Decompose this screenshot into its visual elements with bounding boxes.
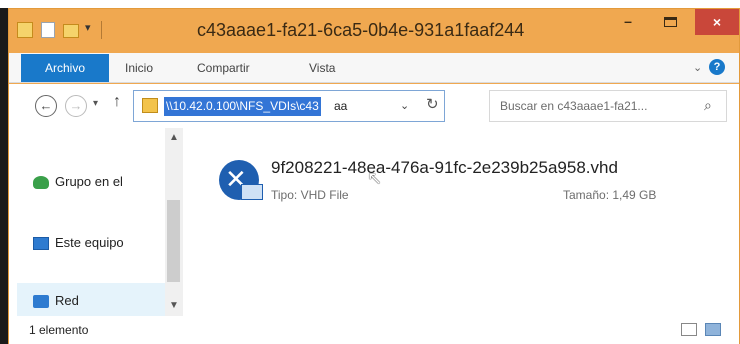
search-input[interactable]: Buscar en c43aaae1-fa21... ⌕: [489, 90, 727, 122]
disk-overlay: [241, 184, 263, 200]
file-list: ✕ 9f208221-48ea-476a-91fc-2e239b25a958.v…: [183, 128, 739, 316]
network-icon: [33, 295, 49, 309]
background-strip: [0, 0, 740, 8]
window-shadow-edge: [0, 8, 8, 344]
tab-vista[interactable]: Vista: [309, 55, 335, 81]
help-icon[interactable]: ?: [709, 59, 725, 75]
tab-compartir[interactable]: Compartir: [197, 55, 250, 81]
ribbon-tabs: Archivo Inicio Compartir Vista ⌄ ?: [9, 53, 739, 83]
mouse-cursor-icon: ↖: [367, 168, 383, 188]
title-bar[interactable]: ▾ c43aaae1-fa21-6ca5-0b4e-931a1faaf244 –…: [9, 9, 739, 53]
expand-ribbon-icon[interactable]: ⌄: [693, 61, 702, 74]
file-size: Tamaño: 1,49 GB: [563, 188, 657, 202]
maximize-button[interactable]: [655, 9, 685, 35]
address-bar[interactable]: \\10.42.0.100\NFS_VDIs\c43 aa ⌄ ↻: [133, 90, 445, 122]
scroll-up-icon[interactable]: ▲: [169, 132, 179, 143]
address-history-dropdown-icon[interactable]: ⌄: [400, 99, 409, 112]
folder-icon: [17, 22, 33, 38]
back-button[interactable]: ←: [35, 95, 57, 117]
computer-icon: [33, 237, 49, 251]
status-bar: 1 elemento: [9, 316, 739, 344]
new-folder-icon[interactable]: [63, 24, 79, 38]
nav-item-grupo-en-el-hogar[interactable]: Grupo en el: [33, 174, 123, 190]
explorer-window: ▾ c43aaae1-fa21-6ca5-0b4e-931a1faaf244 –…: [8, 8, 740, 344]
search-icon[interactable]: ⌕: [704, 97, 712, 114]
minimize-button[interactable]: –: [613, 9, 643, 35]
address-trailing-text[interactable]: aa: [334, 97, 347, 116]
large-icons-view-icon[interactable]: [705, 323, 721, 336]
navigation-bar: ← → ▾ ↑ \\10.42.0.100\NFS_VDIs\c43 aa ⌄ …: [9, 84, 739, 128]
nav-item-label: Red: [55, 293, 79, 308]
nav-item-label: Este equipo: [55, 235, 124, 250]
nav-item-red[interactable]: Red: [33, 293, 79, 309]
refresh-icon[interactable]: ↻: [426, 95, 439, 113]
tab-archivo[interactable]: Archivo: [21, 54, 109, 82]
forward-button[interactable]: →: [65, 95, 87, 117]
close-button[interactable]: ×: [695, 9, 739, 35]
window-title: c43aaae1-fa21-6ca5-0b4e-931a1faaf244: [197, 20, 525, 40]
details-view-icon[interactable]: [681, 323, 697, 336]
scroll-down-icon[interactable]: ▼: [169, 300, 179, 311]
scrollbar-thumb[interactable]: [167, 200, 180, 282]
file-type: Tipo: VHD File: [271, 188, 349, 202]
properties-icon[interactable]: [41, 22, 55, 38]
nav-pane-scrollbar[interactable]: ▲ ▼: [165, 128, 183, 316]
search-placeholder: Buscar en c43aaae1-fa21...: [500, 99, 648, 113]
up-button[interactable]: ↑: [113, 93, 121, 111]
folder-icon: [142, 98, 158, 113]
quick-access-dropdown-icon[interactable]: ▾: [85, 21, 91, 34]
vhd-file-icon[interactable]: ✕: [219, 160, 263, 200]
item-count: 1 elemento: [29, 323, 89, 337]
recent-locations-icon[interactable]: ▾: [93, 98, 98, 109]
file-name[interactable]: 9f208221-48ea-476a-91fc-2e239b25a958.vhd: [271, 158, 618, 178]
maximize-icon: [663, 17, 677, 28]
nav-item-label: Grupo en el: [55, 174, 123, 189]
title-separator: [101, 21, 102, 39]
nav-item-este-equipo[interactable]: Este equipo: [33, 235, 124, 251]
navigation-pane: Grupo en el Este equipo Red: [9, 128, 165, 317]
address-selected-text[interactable]: \\10.42.0.100\NFS_VDIs\c43: [164, 97, 321, 116]
homegroup-icon: [33, 176, 49, 190]
tab-inicio[interactable]: Inicio: [125, 55, 153, 81]
